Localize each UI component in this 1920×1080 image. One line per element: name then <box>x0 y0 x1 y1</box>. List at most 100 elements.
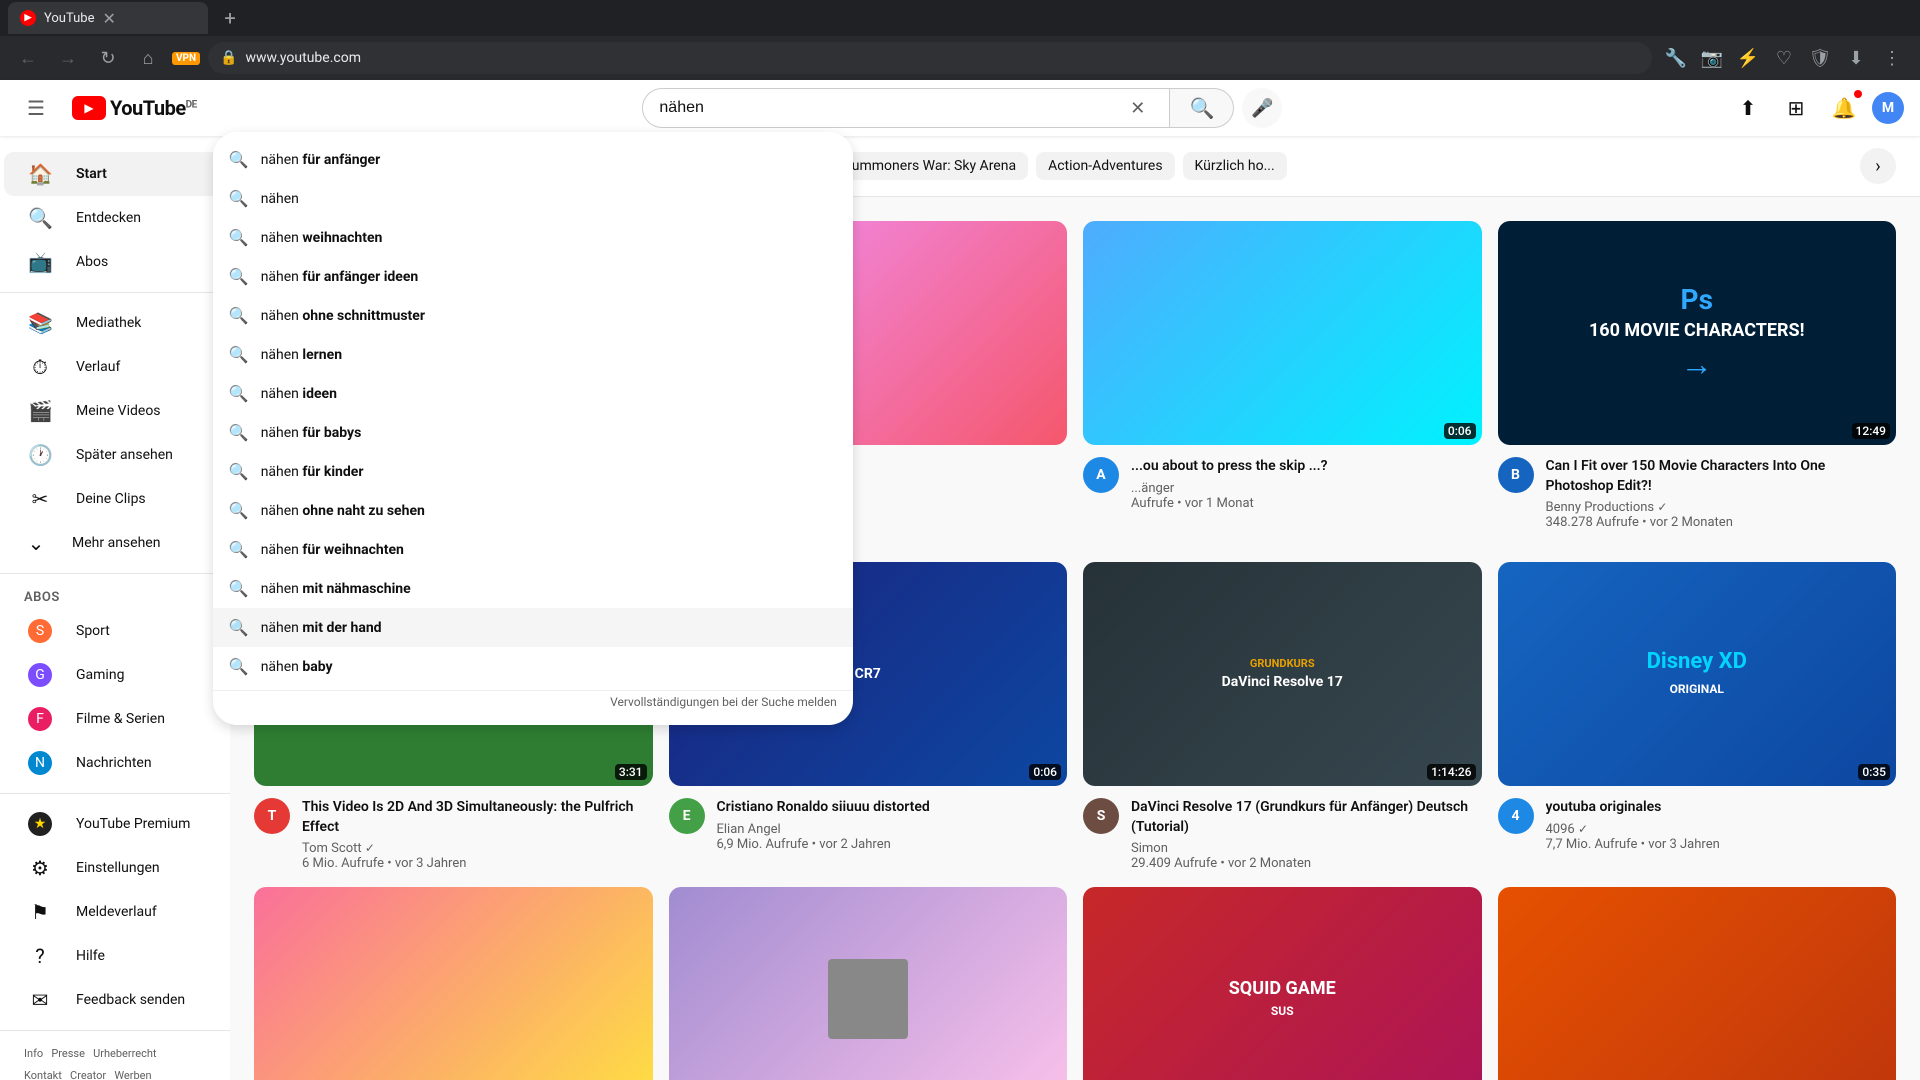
filter-scroll-right[interactable]: › <box>1860 148 1896 184</box>
autocomplete-item-naehen-ideen[interactable]: 🔍 nähen ideen <box>213 374 853 413</box>
watch-later-icon: 🕐 <box>28 443 52 467</box>
sidebar-item-einstellungen[interactable]: ⚙ Einstellungen <box>4 846 226 890</box>
autocomplete-item-naehen-fuer-weihnachten[interactable]: 🔍 nähen für weihnachten <box>213 530 853 569</box>
autocomplete-dropdown: 🔍 nähen für anfänger 🔍 nähen 🔍 nähen wei… <box>213 132 853 725</box>
search-clear-icon[interactable]: ✕ <box>1130 98 1145 119</box>
sidebar-item-spaeter[interactable]: 🕐 Später ansehen <box>4 433 226 477</box>
video-card-r3-1[interactable] <box>254 887 653 1080</box>
back-button[interactable]: ← <box>12 42 44 74</box>
video-duration-youtuba: 0:35 <box>1858 764 1890 780</box>
search-icon-small: 🔍 <box>229 618 249 637</box>
autocomplete-footer[interactable]: Vervollständigungen bei der Suche melden <box>213 690 853 717</box>
autocomplete-item-naehen-mit-naehmaschine[interactable]: 🔍 nähen mit nähmaschine <box>213 569 853 608</box>
autocomplete-text: nähen mit nähmaschine <box>261 581 411 597</box>
search-icon-small: 🔍 <box>229 501 249 520</box>
reload-button[interactable]: ↻ <box>92 42 124 74</box>
toolbar-shield-icon[interactable]: 🛡 <box>1804 42 1836 74</box>
toolbar-heart-icon[interactable]: ♡ <box>1768 42 1800 74</box>
autocomplete-item-naehen-mit-der-hand[interactable]: 🔍 nähen mit der hand <box>213 608 853 647</box>
sidebar-item-entdecken[interactable]: 🔍 Entdecken <box>4 196 226 240</box>
sidebar-item-label-einstellungen: Einstellungen <box>76 860 160 876</box>
autocomplete-text: nähen für weihnachten <box>261 542 404 558</box>
video-title-pulfrich: This Video Is 2D And 3D Simultaneously: … <box>302 798 653 837</box>
sidebar-item-verlauf[interactable]: ⏱ Verlauf <box>4 345 226 389</box>
video-thumbnail-davinci: GRUNDKURS DaVinci Resolve 17 1:14:26 <box>1083 562 1482 786</box>
sidebar-item-label-clips: Deine Clips <box>76 491 146 507</box>
sidebar-item-filme[interactable]: F Filme & Serien <box>4 697 226 741</box>
home-button[interactable]: ⌂ <box>132 42 164 74</box>
sidebar-item-gaming[interactable]: G Gaming <box>4 653 226 697</box>
sidebar-item-label-mediathek: Mediathek <box>76 315 141 331</box>
sidebar-item-meine-videos[interactable]: 🎬 Meine Videos <box>4 389 226 433</box>
apps-button[interactable]: ⊞ <box>1776 88 1816 128</box>
video-meta-youtuba: youtuba originales 4096 ✓ 7,7 Mio. Aufru… <box>1546 798 1897 852</box>
youtube-app: ☰ YouTubeDE ✕ 🔍 🎤 🔍 nähen für anfänger <box>0 80 1920 1080</box>
autocomplete-item-naehen-fuer-anfaenger-ideen[interactable]: 🔍 nähen für anfänger ideen <box>213 257 853 296</box>
sidebar-item-feedback[interactable]: ✉ Feedback senden <box>4 978 226 1022</box>
autocomplete-item-naehen-fuer-anfaenger[interactable]: 🔍 nähen für anfänger <box>213 140 853 179</box>
sidebar-item-start[interactable]: 🏠 Start <box>4 152 226 196</box>
video-stats-movie-characters: 348.278 Aufrufe • vor 2 Monaten <box>1546 515 1897 530</box>
toolbar-menu-icon[interactable]: ⋮ <box>1876 42 1908 74</box>
video-meta-davinci: DaVinci Resolve 17 (Grundkurs für Anfäng… <box>1131 798 1482 871</box>
filter-chip-summoners-war[interactable]: Summoners War: Sky Arena <box>831 152 1028 180</box>
forward-button[interactable]: → <box>52 42 84 74</box>
autocomplete-item-naehen-fuer-kinder[interactable]: 🔍 nähen für kinder <box>213 452 853 491</box>
sidebar-item-label-gaming: Gaming <box>76 667 124 683</box>
toolbar-extension-icon-2[interactable]: ⚡ <box>1732 42 1764 74</box>
search-button[interactable]: 🔍 <box>1170 88 1234 128</box>
notification-button[interactable]: 🔔 <box>1824 88 1864 128</box>
account-avatar[interactable]: M <box>1872 92 1904 124</box>
sidebar-item-hilfe[interactable]: ? Hilfe <box>4 934 226 978</box>
toolbar-camera-icon[interactable]: 📷 <box>1696 42 1728 74</box>
yt-logo[interactable]: YouTubeDE <box>72 96 197 120</box>
mic-button[interactable]: 🎤 <box>1242 88 1282 128</box>
filter-chip-kuerzlich[interactable]: Kürzlich ho... <box>1183 152 1287 180</box>
sidebar-item-sport[interactable]: S Sport <box>4 609 226 653</box>
notification-dot <box>1854 90 1862 98</box>
sidebar-item-clips[interactable]: ✂ Deine Clips <box>4 477 226 521</box>
video-card-davinci[interactable]: GRUNDKURS DaVinci Resolve 17 1:14:26 S D… <box>1083 562 1482 871</box>
autocomplete-item-naehen-fuer-babys[interactable]: 🔍 nähen für babys <box>213 413 853 452</box>
more-button[interactable]: ⌄ Mehr ansehen <box>0 521 230 565</box>
video-card-r3-2[interactable] <box>669 887 1068 1080</box>
filter-chip-action-adventures[interactable]: Action-Adventures <box>1036 152 1174 180</box>
video-card-rock[interactable] <box>1498 887 1897 1080</box>
autocomplete-item-naehen-baby[interactable]: 🔍 nähen baby <box>213 647 853 686</box>
new-tab-button[interactable]: + <box>216 4 244 32</box>
autocomplete-item-naehen-ohne-naht[interactable]: 🔍 nähen ohne naht zu sehen <box>213 491 853 530</box>
browser-tab-bar: ▶ YouTube ✕ + <box>0 0 1920 36</box>
search-input[interactable] <box>659 99 1130 117</box>
video-duration-press-skip: 0:06 <box>1444 423 1476 439</box>
search-icon-small: 🔍 <box>229 540 249 559</box>
channel-avatar-movie-characters: B <box>1498 457 1534 493</box>
autocomplete-item-naehen-ohne-schnittmuster[interactable]: 🔍 nähen ohne schnittmuster <box>213 296 853 335</box>
video-card-squid[interactable]: SQUID GAMESUS <box>1083 887 1482 1080</box>
autocomplete-text: nähen mit der hand <box>261 620 382 636</box>
autocomplete-item-naehen-weihnachten[interactable]: 🔍 nähen weihnachten <box>213 218 853 257</box>
close-tab-icon[interactable]: ✕ <box>103 9 116 28</box>
autocomplete-item-naehen-lernen[interactable]: 🔍 nähen lernen <box>213 335 853 374</box>
address-bar[interactable]: 🔒 www.youtube.com <box>208 42 1652 74</box>
autocomplete-item-naehen[interactable]: 🔍 nähen <box>213 179 853 218</box>
upload-button[interactable]: ⬆ <box>1728 88 1768 128</box>
sidebar-item-abos[interactable]: 📺 Abos <box>4 240 226 284</box>
hamburger-menu-button[interactable]: ☰ <box>16 88 56 128</box>
video-card-youtuba[interactable]: Disney XDORIGINAL 0:35 4 youtuba origina… <box>1498 562 1897 871</box>
active-tab[interactable]: ▶ YouTube ✕ <box>8 2 208 34</box>
search-icon-small: 🔍 <box>229 384 249 403</box>
video-card-movie-characters[interactable]: Ps 160 MOVIE CHARACTERS! → 12:49 B Can I… <box>1498 221 1897 546</box>
sidebar-item-mediathek[interactable]: 📚 Mediathek <box>4 301 226 345</box>
sidebar-item-youtube-premium[interactable]: ★ YouTube Premium <box>4 802 226 846</box>
video-card-press-skip[interactable]: 0:06 A ...ou about to press the skip ...… <box>1083 221 1482 546</box>
lock-icon: 🔒 <box>220 50 237 66</box>
sidebar-item-label-nachrichten: Nachrichten <box>76 755 152 771</box>
toolbar-extension-icon-1[interactable]: 🔧 <box>1660 42 1692 74</box>
sidebar-item-label-verlauf: Verlauf <box>76 359 120 375</box>
video-info-pulfrich: T This Video Is 2D And 3D Simultaneously… <box>254 798 653 871</box>
yt-logo-text: YouTubeDE <box>110 96 197 120</box>
toolbar-download-icon[interactable]: ⬇ <box>1840 42 1872 74</box>
sidebar-item-nachrichten[interactable]: N Nachrichten <box>4 741 226 785</box>
sidebar-item-label-entdecken: Entdecken <box>76 210 141 226</box>
sidebar-item-meldverlauf[interactable]: ⚑ Meldeverlauf <box>4 890 226 934</box>
